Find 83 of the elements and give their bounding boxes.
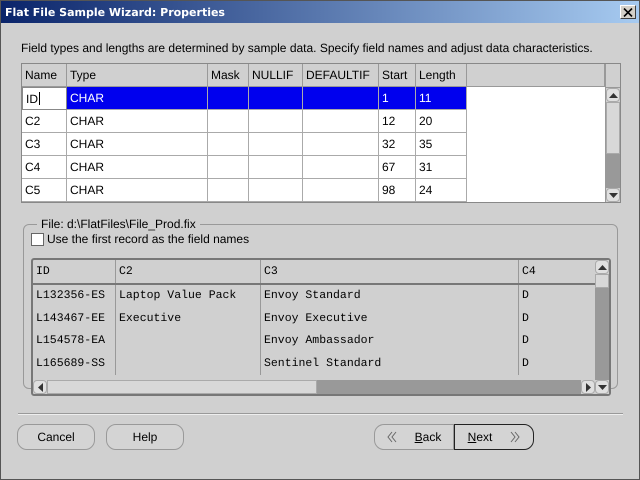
table-cell[interactable]: 20 bbox=[416, 110, 467, 133]
table-cell[interactable] bbox=[303, 133, 379, 156]
table-cell[interactable]: 67 bbox=[379, 156, 416, 179]
table-cell[interactable]: 1 bbox=[379, 87, 416, 110]
table-cell[interactable] bbox=[208, 87, 249, 110]
up-arrow-icon bbox=[608, 92, 618, 98]
close-button[interactable] bbox=[620, 5, 636, 19]
table-cell: L165689-SS bbox=[33, 352, 116, 375]
table-cell[interactable] bbox=[303, 156, 379, 179]
table-cell[interactable] bbox=[249, 156, 303, 179]
column-header[interactable]: NULLIF bbox=[249, 64, 303, 87]
table-cell[interactable]: C4 bbox=[22, 156, 67, 179]
table-cell[interactable]: ID bbox=[22, 87, 67, 110]
table-cell[interactable] bbox=[208, 133, 249, 156]
table-cell[interactable]: 31 bbox=[416, 156, 467, 179]
scrollbar-thumb[interactable] bbox=[606, 102, 620, 154]
column-header[interactable]: Name bbox=[22, 64, 67, 87]
column-header[interactable]: Length bbox=[416, 64, 467, 87]
column-header[interactable]: ID bbox=[33, 260, 116, 283]
dialog-button[interactable]: Help bbox=[106, 424, 184, 450]
back-chevron-icon bbox=[386, 431, 397, 443]
table-cell: Envoy Ambassador bbox=[261, 330, 519, 352]
scroll-right-button[interactable] bbox=[581, 380, 595, 394]
right-arrow-icon bbox=[586, 382, 590, 392]
checkbox-label[interactable]: Use the first record as the field names bbox=[47, 232, 250, 246]
column-header[interactable]: Start bbox=[379, 64, 416, 87]
instruction-text: Field types and lengths are determined by sample data. Specify field names and adjust data characteristics. bbox=[21, 41, 594, 57]
table-cell[interactable]: 98 bbox=[379, 179, 416, 202]
table-cell[interactable]: C2 bbox=[22, 110, 67, 133]
table-cell[interactable]: 35 bbox=[416, 133, 467, 156]
table-cell[interactable]: C5 bbox=[22, 179, 67, 202]
table-cell: Laptop Value Pack bbox=[116, 285, 261, 308]
scroll-up-button[interactable] bbox=[606, 88, 620, 102]
table-cell: Executive bbox=[116, 308, 261, 330]
table-cell: Envoy Executive bbox=[261, 308, 519, 330]
table-cell[interactable] bbox=[208, 179, 249, 202]
table-cell[interactable]: CHAR bbox=[67, 133, 208, 156]
scroll-down-button[interactable] bbox=[606, 188, 620, 202]
column-header[interactable]: Mask bbox=[208, 64, 249, 87]
dialog-button[interactable]: Cancel bbox=[17, 424, 95, 450]
down-arrow-icon bbox=[598, 384, 606, 390]
table-cell[interactable] bbox=[303, 179, 379, 202]
checkbox[interactable] bbox=[31, 232, 44, 246]
table-cell: Envoy Standard bbox=[261, 285, 519, 308]
table-cell: L154578-EA bbox=[33, 330, 116, 352]
table-cell[interactable]: 11 bbox=[416, 87, 467, 110]
table-cell[interactable]: CHAR bbox=[67, 110, 208, 133]
table-cell: L143467-EE bbox=[33, 308, 116, 330]
scrollbar-thumb[interactable] bbox=[595, 274, 609, 288]
table-cell[interactable]: CHAR bbox=[67, 87, 208, 110]
scrollbar-thumb[interactable] bbox=[47, 380, 317, 394]
column-header[interactable]: C3 bbox=[261, 260, 519, 283]
table-cell[interactable] bbox=[249, 87, 303, 110]
table-cell[interactable] bbox=[208, 110, 249, 133]
table-cell[interactable]: CHAR bbox=[67, 156, 208, 179]
table-cell[interactable] bbox=[249, 110, 303, 133]
down-arrow-icon bbox=[608, 192, 618, 198]
table-cell[interactable]: C3 bbox=[22, 133, 67, 156]
scroll-down-button[interactable] bbox=[595, 380, 609, 394]
column-header[interactable]: C2 bbox=[116, 260, 261, 283]
group-legend: File: d:\FlatFiles\File_Prod.fix bbox=[37, 217, 200, 231]
back-button[interactable]: Back bbox=[374, 424, 454, 450]
table-cell[interactable] bbox=[249, 133, 303, 156]
next-button[interactable]: Next bbox=[454, 424, 534, 450]
scroll-left-button[interactable] bbox=[33, 380, 47, 394]
up-arrow-icon bbox=[598, 264, 606, 270]
table-cell[interactable] bbox=[303, 110, 379, 133]
table-cell[interactable]: 12 bbox=[379, 110, 416, 133]
table-cell[interactable] bbox=[303, 87, 379, 110]
table-cell[interactable]: 24 bbox=[416, 179, 467, 202]
window-title: Flat File Sample Wizard: Properties bbox=[5, 6, 225, 18]
table-cell: L132356-ES bbox=[33, 285, 116, 308]
table-cell[interactable]: CHAR bbox=[67, 179, 208, 202]
column-header[interactable]: Type bbox=[67, 64, 208, 87]
column-header[interactable]: DEFAULTIF bbox=[303, 64, 379, 87]
left-arrow-icon bbox=[38, 382, 42, 392]
next-chevron-icon bbox=[510, 431, 520, 443]
close-icon bbox=[623, 8, 633, 16]
scroll-up-button[interactable] bbox=[595, 260, 609, 274]
table-cell[interactable] bbox=[208, 156, 249, 179]
table-cell[interactable] bbox=[249, 179, 303, 202]
table-cell[interactable]: 32 bbox=[379, 133, 416, 156]
table-cell: Sentinel Standard bbox=[261, 352, 519, 375]
